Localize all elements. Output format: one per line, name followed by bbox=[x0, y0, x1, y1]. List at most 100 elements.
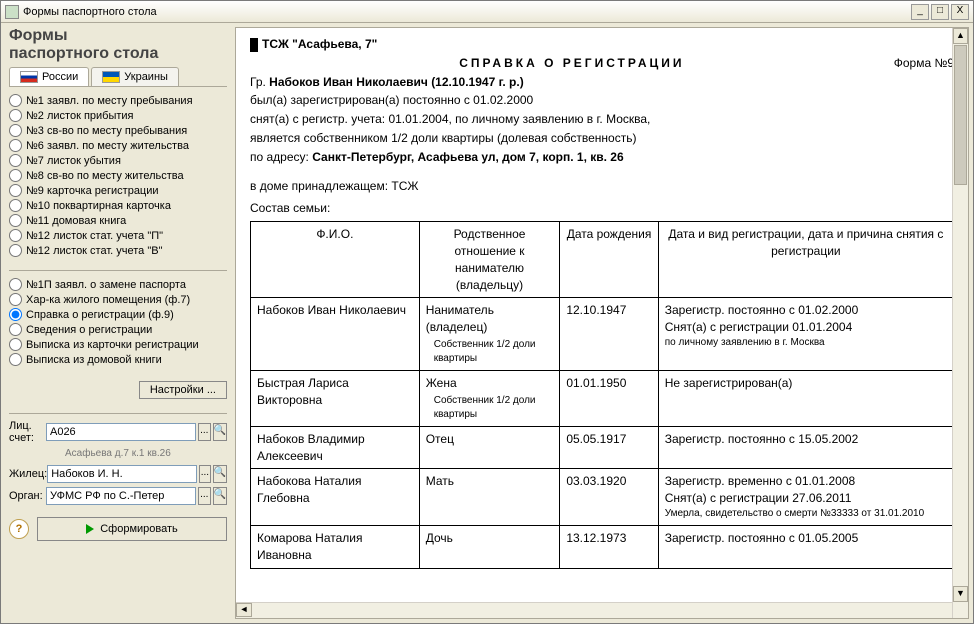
form-option-radio[interactable] bbox=[9, 338, 22, 351]
country-tabs: России Украины bbox=[9, 67, 227, 87]
titlebar: Формы паспортного стола _ □ X bbox=[1, 1, 973, 23]
cell-birth: 05.05.1917 bbox=[560, 426, 658, 469]
scroll-left-button[interactable]: ◄ bbox=[236, 603, 252, 617]
tab-ukraine[interactable]: Украины bbox=[91, 67, 179, 86]
horizontal-scrollbar[interactable]: ◄ bbox=[236, 602, 952, 618]
close-button[interactable]: X bbox=[951, 4, 969, 20]
form-option[interactable]: №12 листок стат. учета "П" bbox=[9, 228, 227, 243]
divider bbox=[9, 413, 227, 414]
organ-input[interactable] bbox=[46, 487, 196, 505]
form-option-radio[interactable] bbox=[9, 199, 22, 212]
flag-ru-icon bbox=[20, 71, 38, 83]
cell-relation: Дочь bbox=[419, 525, 560, 568]
organ-browse-button[interactable]: ... bbox=[198, 487, 211, 505]
form-option-label: Выписка из карточки регистрации bbox=[26, 339, 199, 351]
form-option-radio[interactable] bbox=[9, 169, 22, 182]
form-option[interactable]: №12 листок стат. учета "В" bbox=[9, 243, 227, 258]
play-icon bbox=[86, 524, 94, 534]
form-option-radio[interactable] bbox=[9, 308, 22, 321]
form-option-label: Справка о регистрации (ф.9) bbox=[26, 309, 174, 321]
account-browse-button[interactable]: ... bbox=[198, 423, 211, 441]
form-option[interactable]: Справка о регистрации (ф.9) bbox=[9, 307, 227, 322]
form-option[interactable]: №9 карточка регистрации bbox=[9, 183, 227, 198]
form-option-radio[interactable] bbox=[9, 214, 22, 227]
form-option[interactable]: Сведения о регистрации bbox=[9, 322, 227, 337]
scroll-up-button[interactable]: ▲ bbox=[953, 28, 968, 44]
doc-reg-line: был(а) зарегистрирован(а) постоянно с 01… bbox=[250, 92, 954, 109]
cell-relation: Наниматель (владелец)Собственник 1/2 дол… bbox=[419, 298, 560, 371]
minimize-button[interactable]: _ bbox=[911, 4, 929, 20]
maximize-button[interactable]: □ bbox=[931, 4, 949, 20]
form-option[interactable]: №10 поквартирная карточка bbox=[9, 198, 227, 213]
form-option-label: №9 карточка регистрации bbox=[26, 185, 159, 197]
resident-browse-button[interactable]: ... bbox=[199, 465, 210, 483]
cell-relation: ЖенаСобственник 1/2 доли квартиры bbox=[419, 370, 560, 426]
form-option[interactable]: №3 св-во по месту пребывания bbox=[9, 123, 227, 138]
settings-button[interactable]: Настройки ... bbox=[139, 381, 227, 399]
form-option-label: №6 заявл. по месту жительства bbox=[26, 140, 189, 152]
scroll-down-button[interactable]: ▼ bbox=[953, 586, 968, 602]
cell-birth: 12.10.1947 bbox=[560, 298, 658, 371]
col-relation: Родственное отношение к нанимателю (влад… bbox=[419, 222, 560, 298]
family-table: Ф.И.О. Родственное отношение к нанимател… bbox=[250, 221, 954, 568]
form-option-radio[interactable] bbox=[9, 109, 22, 122]
help-button[interactable]: ? bbox=[9, 519, 29, 539]
form-option-radio[interactable] bbox=[9, 244, 22, 257]
cell-birth: 03.03.1920 bbox=[560, 469, 658, 526]
cell-fio: Набокова Наталия Глебовна bbox=[251, 469, 420, 526]
cell-reg: Зарегистр. постоянно с 01.02.2000Снят(а)… bbox=[658, 298, 953, 371]
form-option-radio[interactable] bbox=[9, 139, 22, 152]
form-option-label: Сведения о регистрации bbox=[26, 324, 152, 336]
scroll-thumb[interactable] bbox=[954, 45, 967, 185]
col-fio: Ф.И.О. bbox=[251, 222, 420, 298]
table-row: Набоков Иван НиколаевичНаниматель (владе… bbox=[251, 298, 954, 371]
account-label: Лиц. счет: bbox=[9, 420, 46, 444]
form-option[interactable]: Выписка из карточки регистрации bbox=[9, 337, 227, 352]
form-option-radio[interactable] bbox=[9, 154, 22, 167]
resident-label: Жилец: bbox=[9, 468, 47, 480]
form-option-radio[interactable] bbox=[9, 278, 22, 291]
flag-ua-icon bbox=[102, 71, 120, 83]
form-option-label: №11 домовая книга bbox=[26, 215, 126, 227]
app-window: Формы паспортного стола _ □ X Формы пасп… bbox=[0, 0, 974, 624]
form-option[interactable]: Выписка из домовой книги bbox=[9, 352, 227, 367]
form-option-radio[interactable] bbox=[9, 124, 22, 137]
cell-relation: Отец bbox=[419, 426, 560, 469]
form-option[interactable]: №6 заявл. по месту жительства bbox=[9, 138, 227, 153]
doc-family-heading: Состав семьи: bbox=[250, 200, 954, 217]
tab-russia[interactable]: России bbox=[9, 67, 89, 86]
generate-button[interactable]: Сформировать bbox=[37, 517, 227, 541]
vertical-scrollbar[interactable]: ▲ ▼ bbox=[952, 28, 968, 618]
account-search-button[interactable]: 🔍 bbox=[213, 423, 227, 441]
form-list-group1: №1 заявл. по месту пребывания№2 листок п… bbox=[9, 93, 227, 258]
resident-search-button[interactable]: 🔍 bbox=[213, 465, 227, 483]
form-option-radio[interactable] bbox=[9, 353, 22, 366]
doc-belongs: в доме принадлежащем: ТСЖ bbox=[250, 178, 954, 195]
account-input[interactable] bbox=[46, 423, 196, 441]
form-option-radio[interactable] bbox=[9, 293, 22, 306]
table-row: Набокова Наталия ГлебовнаМать03.03.1920З… bbox=[251, 469, 954, 526]
form-option[interactable]: №7 листок убытия bbox=[9, 153, 227, 168]
col-birth: Дата рождения bbox=[560, 222, 658, 298]
account-sublabel: Асафьева д.7 к.1 кв.26 bbox=[65, 448, 227, 459]
form-option[interactable]: Хар-ка жилого помещения (ф.7) bbox=[9, 292, 227, 307]
form-option[interactable]: №1 заявл. по месту пребывания bbox=[9, 93, 227, 108]
form-option[interactable]: №11 домовая книга bbox=[9, 213, 227, 228]
organ-search-button[interactable]: 🔍 bbox=[213, 487, 227, 505]
document-pane: ТСЖ "Асафьева, 7" СПРАВКА О РЕГИСТРАЦИИ … bbox=[235, 27, 969, 619]
form-option-radio[interactable] bbox=[9, 323, 22, 336]
cell-fio: Комарова Наталия Ивановна bbox=[251, 525, 420, 568]
form-option-radio[interactable] bbox=[9, 184, 22, 197]
cell-reg: Не зарегистрирован(а) bbox=[658, 370, 953, 426]
resident-input[interactable] bbox=[47, 465, 197, 483]
form-option-radio[interactable] bbox=[9, 94, 22, 107]
form-option[interactable]: №1П заявл. о замене паспорта bbox=[9, 277, 227, 292]
form-option-radio[interactable] bbox=[9, 229, 22, 242]
cell-relation: Мать bbox=[419, 469, 560, 526]
table-row: Быстрая Лариса ВикторовнаЖенаСобственник… bbox=[251, 370, 954, 426]
form-list-group2: №1П заявл. о замене паспортаХар-ка жилог… bbox=[9, 277, 227, 367]
form-option[interactable]: №2 листок прибытия bbox=[9, 108, 227, 123]
cell-fio: Набоков Иван Николаевич bbox=[251, 298, 420, 371]
cell-reg: Зарегистр. временно с 01.01.2008Снят(а) … bbox=[658, 469, 953, 526]
form-option[interactable]: №8 св-во по месту жительства bbox=[9, 168, 227, 183]
